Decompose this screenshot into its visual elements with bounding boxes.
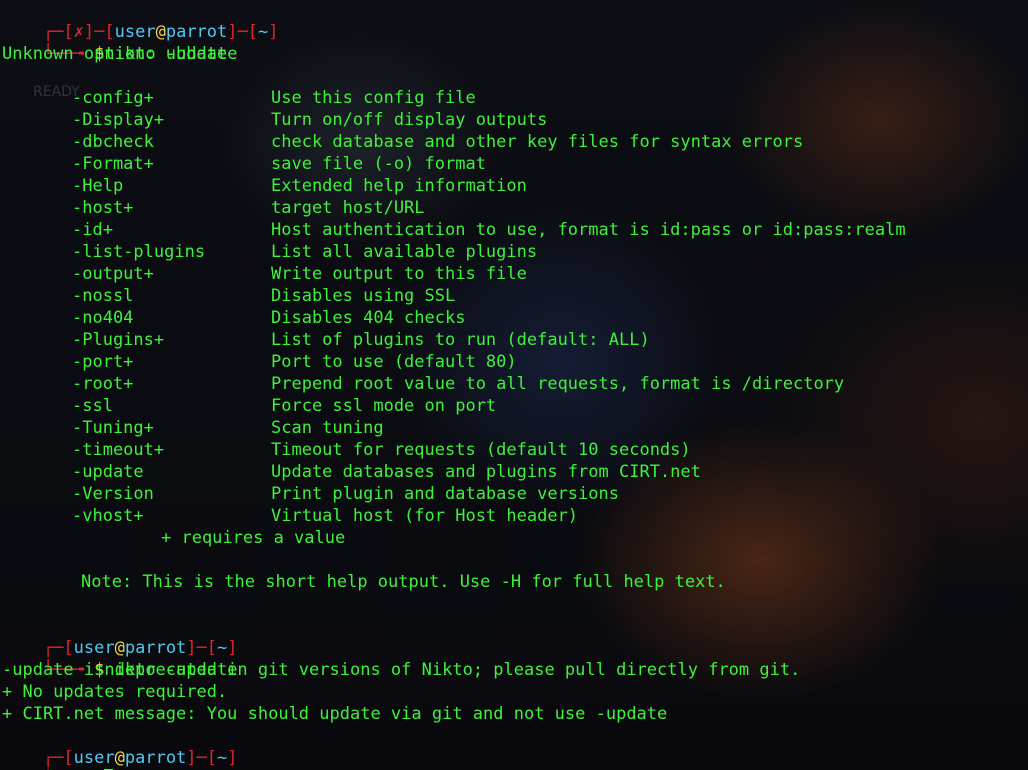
option-name: -dbcheck: [72, 132, 154, 152]
option-name: -id+: [72, 220, 113, 240]
option-row: -Version Print plugin and database versio…: [0, 483, 1028, 505]
option-row: -host+ target host/URL: [0, 197, 1028, 219]
update-output-line: -update is deprecated in git versions of…: [2, 660, 801, 680]
option-row: -Help Extended help information: [0, 175, 1028, 197]
command-line-3[interactable]: └──╼ $: [2, 747, 114, 770]
option-description: Virtual host (for Host header): [271, 506, 579, 526]
option-name: -Tuning+: [72, 418, 154, 438]
option-name: -ssl: [72, 396, 113, 416]
prompt-cwd: ~: [217, 748, 228, 768]
option-row: -ssl Force ssl mode on port: [0, 395, 1028, 417]
option-description: Disables 404 checks: [271, 308, 466, 328]
option-name: -port+: [72, 352, 134, 372]
update-output-line: + CIRT.net message: You should update vi…: [2, 704, 668, 724]
option-description: List all available plugins: [271, 242, 538, 262]
option-row: -timeout+ Timeout for requests (default 1…: [0, 439, 1028, 461]
option-row: -port+ Port to use (default 80): [0, 351, 1028, 373]
option-row: -vhost+ Virtual host (for Host header): [0, 505, 1028, 527]
option-description: Force ssl mode on port: [271, 396, 497, 416]
option-name: -update: [72, 462, 144, 482]
option-row: -list-plugins List all available plugins: [0, 241, 1028, 263]
option-name: -root+: [72, 374, 134, 394]
option-name: -list-plugins: [72, 242, 206, 262]
option-description: Print plugin and database versions: [271, 484, 619, 504]
requires-value-note: + requires a value: [161, 528, 346, 548]
option-row: -no404 Disables 404 checks: [0, 307, 1028, 329]
option-name: -Display+: [72, 110, 165, 130]
option-description: target host/URL: [271, 198, 425, 218]
option-description: Update databases and plugins from CIRT.n…: [271, 462, 701, 482]
help-note: Note: This is the short help output. Use…: [81, 572, 726, 592]
option-row: -Display+ Turn on/off display outputs: [0, 109, 1028, 131]
option-description: Timeout for requests (default 10 seconds…: [271, 440, 691, 460]
option-description: Port to use (default 80): [271, 352, 517, 372]
option-name: -config+: [72, 88, 154, 108]
error-line: Unknown option: ubdate: [2, 44, 228, 64]
option-description: List of plugins to run (default: ALL): [271, 330, 650, 350]
option-name: -Version: [72, 484, 154, 504]
option-description: Prepend root value to all requests, form…: [271, 374, 845, 394]
option-row: -dbcheck check database and other key fil…: [0, 131, 1028, 153]
command-line-2: └──╼ $nikto -update: [2, 637, 238, 680]
terminal-output[interactable]: ┌─[✗]─[user@parrot]─[~] └──╼ $nikto -ubd…: [0, 0, 1028, 770]
prompt-at: @: [114, 748, 125, 768]
prompt-line-3: ┌─[user@parrot]─[~]: [2, 725, 238, 768]
option-row: -Tuning+ Scan tuning: [0, 417, 1028, 439]
update-output-line: + No updates required.: [2, 682, 228, 702]
option-name: -output+: [72, 264, 154, 284]
prompt-bracket: ]: [268, 22, 279, 42]
option-row: -output+ Write output to this file: [0, 263, 1028, 285]
option-name: -nossl: [72, 286, 134, 306]
option-description: Scan tuning: [271, 418, 384, 438]
option-row: -root+ Prepend root value to all requests…: [0, 373, 1028, 395]
option-description: save file (-o) format: [271, 154, 486, 174]
prompt-bracket: ]─[: [186, 748, 218, 768]
prompt-cwd: ~: [257, 22, 269, 42]
option-description: Use this config file: [271, 88, 476, 108]
option-name: -Plugins+: [72, 330, 165, 350]
option-row: -id+ Host authentication to use, format i…: [0, 219, 1028, 241]
option-name: -timeout+: [72, 440, 165, 460]
prompt-host: parrot: [124, 748, 187, 768]
command-line-1: └──╼ $nikto -ubdate: [2, 21, 238, 64]
prompt-line-1: ┌─[✗]─[user@parrot]─[~]: [2, 0, 279, 42]
option-name: -Format+: [72, 154, 154, 174]
option-name: -vhost+: [72, 506, 144, 526]
option-description: Extended help information: [271, 176, 527, 196]
option-name: -Help: [72, 176, 124, 196]
option-row: -config+ Use this config file: [0, 87, 1028, 109]
option-name: -no404: [72, 308, 134, 328]
option-row: -nossl Disables using SSL: [0, 285, 1028, 307]
option-row: -Format+ save file (-o) format: [0, 153, 1028, 175]
option-description: Write output to this file: [271, 264, 527, 284]
option-name: -host+: [72, 198, 134, 218]
option-description: Host authentication to use, format is id…: [271, 220, 906, 240]
prompt-line-2: ┌─[user@parrot]─[~]: [2, 615, 238, 658]
option-row: -update Update databases and plugins from…: [0, 461, 1028, 483]
option-description: Disables using SSL: [271, 286, 456, 306]
option-description: Turn on/off display outputs: [271, 110, 548, 130]
prompt-bracket: ]: [227, 748, 238, 768]
option-description: check database and other key files for s…: [271, 132, 804, 152]
option-row: -Plugins+ List of plugins to run (default…: [0, 329, 1028, 351]
